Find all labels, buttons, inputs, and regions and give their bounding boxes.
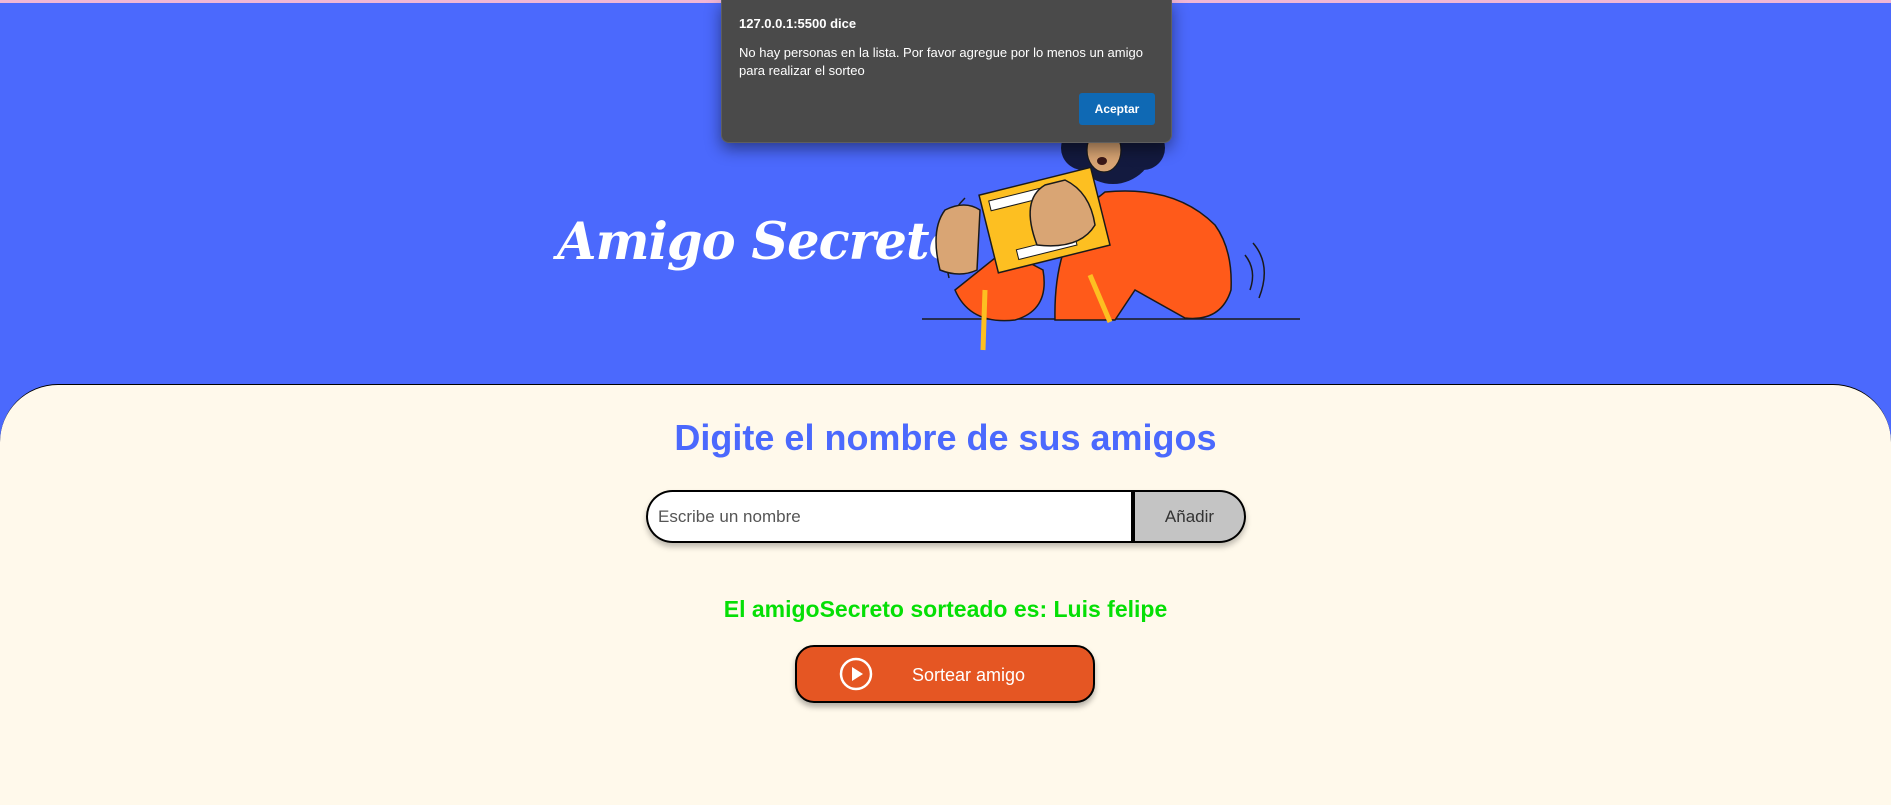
draw-button-label: Sortear amigo: [912, 665, 1026, 685]
page-title: Amigo Secreto: [557, 212, 963, 273]
main-card: Digite el nombre de sus amigos Añadir El…: [0, 384, 1891, 805]
person-with-gift-illustration: [922, 130, 1300, 351]
accept-button[interactable]: Aceptar: [1079, 93, 1155, 125]
section-title: Digite el nombre de sus amigos: [674, 417, 1217, 458]
add-button[interactable]: Añadir: [1131, 490, 1246, 543]
name-input[interactable]: [646, 490, 1131, 543]
result-text: El amigoSecreto sorteado es: Luis felipe: [723, 596, 1168, 622]
draw-button[interactable]: Sortear amigo: [795, 645, 1095, 703]
add-friend-form: Añadir: [646, 490, 1246, 543]
dialog-title: 127.0.0.1:5500 dice: [739, 16, 857, 31]
alert-dialog: 127.0.0.1:5500 dice No hay personas en l…: [721, 0, 1172, 143]
dialog-message: No hay personas en la lista. Por favor a…: [739, 45, 1143, 78]
play-circle-icon: [839, 657, 873, 691]
